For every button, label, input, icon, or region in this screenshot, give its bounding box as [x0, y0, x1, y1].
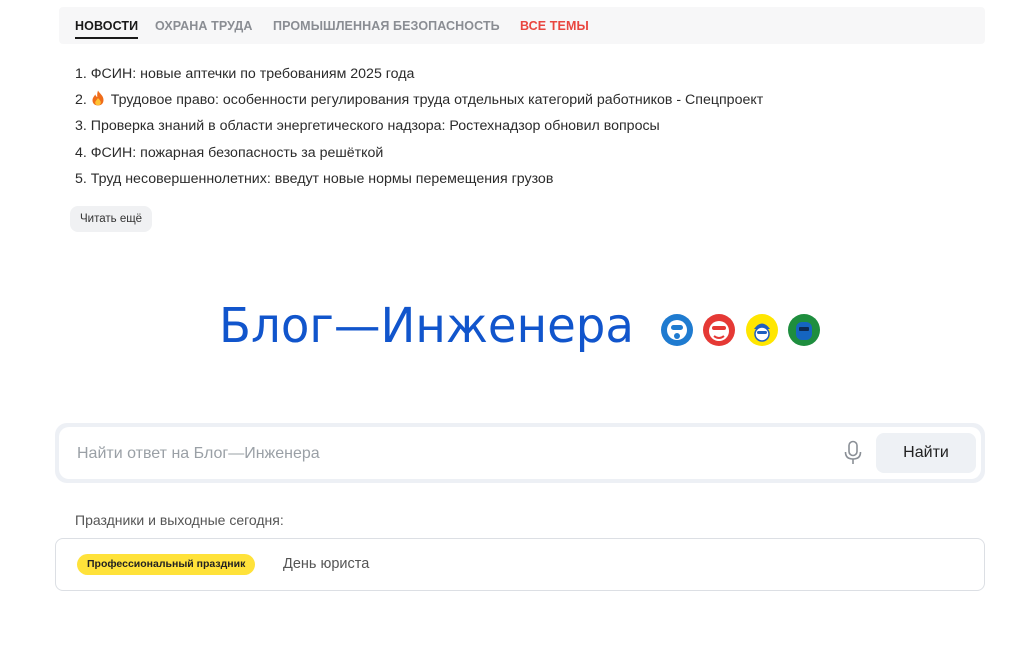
- news-list: 1. ФСИН: новые аптечки по требованиям 20…: [75, 64, 763, 195]
- logo-text: Блог—Инженера: [219, 298, 634, 354]
- news-item[interactable]: 4. ФСИН: пожарная безопасность за решётк…: [75, 143, 763, 169]
- tab-labor-safety[interactable]: ОХРАНА ТРУДА: [155, 19, 252, 33]
- news-item-number: 2.: [75, 92, 87, 109]
- face-shield-avatar-icon: [703, 314, 735, 346]
- news-item-text: 4. ФСИН: пожарная безопасность за решётк…: [75, 144, 384, 161]
- topics-tabs: НОВОСТИ ОХРАНА ТРУДА ПРОМЫШЛЕННАЯ БЕЗОПА…: [59, 7, 985, 44]
- microphone-icon[interactable]: [842, 440, 864, 466]
- news-item-text: Трудовое право: особенности регулировани…: [110, 92, 764, 109]
- tab-all-topics[interactable]: ВСЕ ТЕМЫ: [520, 19, 589, 33]
- holiday-card: Профессиональный праздник День юриста: [55, 538, 985, 591]
- search-bar: Найти: [55, 423, 985, 483]
- blog-engineer-logo: Блог—Инженера: [219, 298, 634, 354]
- news-item-text: 5. Труд несовершеннолетних: введут новые…: [75, 170, 554, 187]
- welding-mask-avatar-icon: [788, 314, 820, 346]
- hardhat-avatar-icon: [746, 314, 778, 346]
- tab-industrial-safety[interactable]: ПРОМЫШЛЕННАЯ БЕЗОПАСНОСТЬ: [273, 19, 500, 33]
- tab-news[interactable]: НОВОСТИ: [75, 19, 139, 39]
- search-button[interactable]: Найти: [876, 433, 976, 473]
- gasmask-avatar-icon: [661, 314, 693, 346]
- fire-icon: [92, 90, 104, 106]
- news-item-text: 3. Проверка знаний в области энергетичес…: [75, 118, 660, 135]
- news-item[interactable]: 1. ФСИН: новые аптечки по требованиям 20…: [75, 64, 763, 90]
- search-box: Найти: [59, 427, 981, 479]
- news-item-text: 1. ФСИН: новые аптечки по требованиям 20…: [75, 66, 415, 82]
- holidays-label: Праздники и выходные сегодня:: [75, 512, 284, 528]
- news-item[interactable]: 3. Проверка знаний в области энергетичес…: [75, 116, 763, 142]
- search-input[interactable]: [75, 439, 819, 469]
- holiday-type-badge: Профессиональный праздник: [77, 554, 256, 575]
- news-item[interactable]: 2. Трудовое право: особенности регулиров…: [75, 90, 763, 116]
- news-item[interactable]: 5. Труд несовершеннолетних: введут новые…: [75, 169, 763, 195]
- read-more-button[interactable]: Читать ещё: [70, 206, 153, 232]
- holiday-name[interactable]: День юриста: [283, 556, 369, 572]
